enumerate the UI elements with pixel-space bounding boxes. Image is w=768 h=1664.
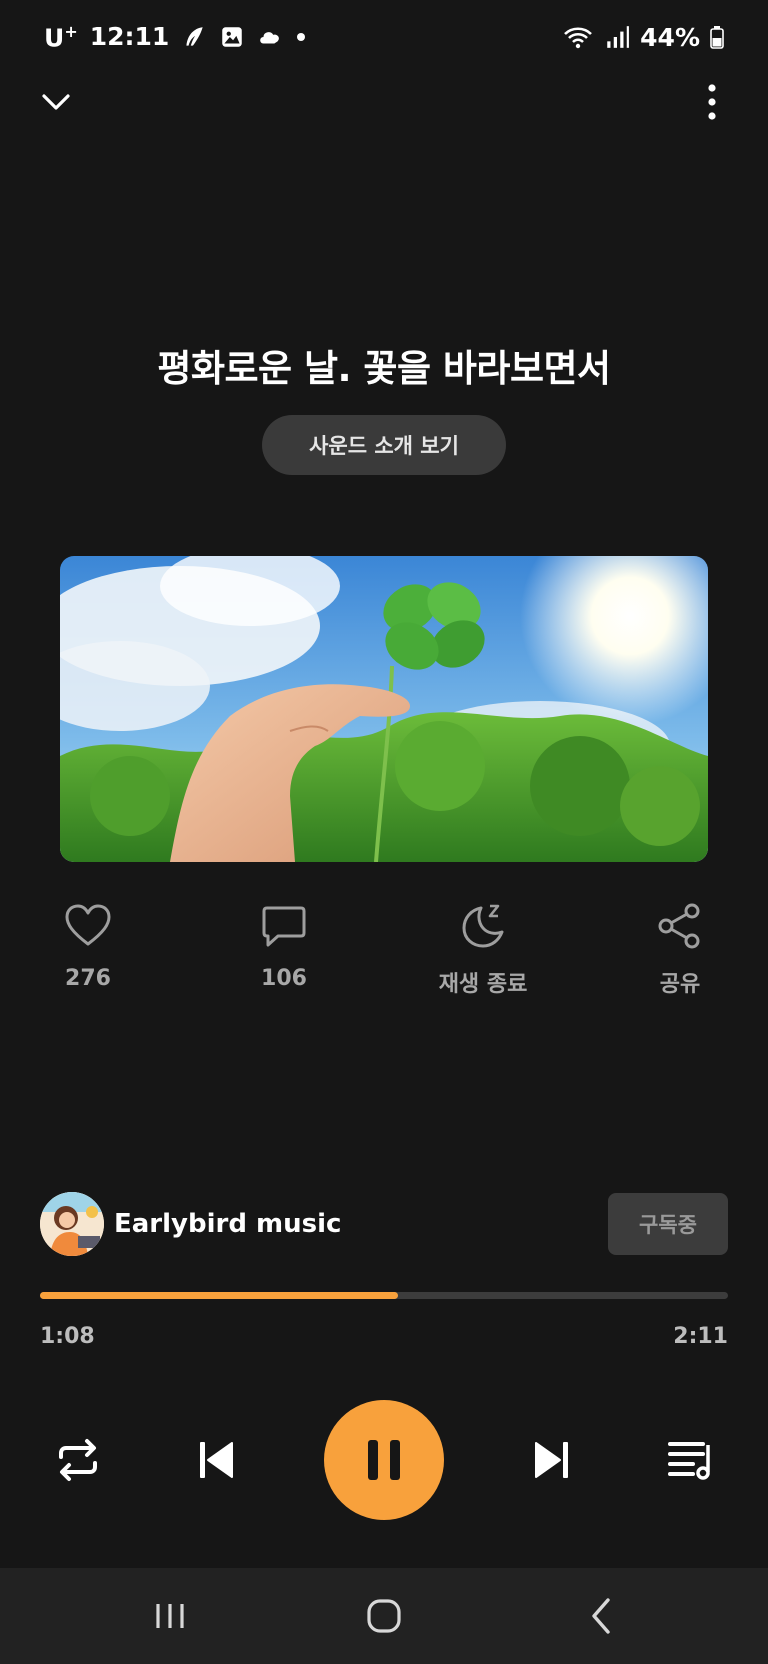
playlist-button[interactable] xyxy=(660,1430,720,1490)
sleep-timer-button[interactable]: 재생 종료 xyxy=(413,900,553,998)
subscribe-button[interactable]: 구독중 xyxy=(608,1193,728,1255)
action-row: 276 106 재생 종료 공유 xyxy=(0,900,768,1010)
repeat-icon xyxy=(59,1439,97,1481)
status-bar: U+ 12:11 44% xyxy=(0,0,768,74)
home-button[interactable] xyxy=(354,1592,414,1640)
recent-apps-button[interactable] xyxy=(140,1592,200,1640)
cover-image xyxy=(60,556,708,862)
wifi-icon xyxy=(564,27,593,49)
carrier-label: U+ xyxy=(44,21,78,53)
avatar-illustration xyxy=(40,1192,104,1256)
like-button[interactable]: 276 xyxy=(18,900,158,991)
status-right: 44% xyxy=(562,23,724,52)
heart-icon xyxy=(65,904,111,946)
signal-icon xyxy=(607,26,630,48)
like-count: 276 xyxy=(65,966,111,991)
track-title: 평화로운 날. 꽃을 바라보면서 xyxy=(157,347,611,390)
total-time: 2:11 xyxy=(673,1324,728,1349)
channel-info[interactable]: Earlybird music xyxy=(40,1192,341,1256)
image-icon xyxy=(222,27,243,47)
progress-bar[interactable] xyxy=(40,1292,728,1299)
avatar[interactable] xyxy=(40,1192,104,1256)
pause-button[interactable] xyxy=(324,1400,444,1520)
back-icon xyxy=(592,1598,610,1634)
comment-button[interactable]: 106 xyxy=(214,900,354,991)
clock: 12:11 xyxy=(89,22,170,52)
comment-icon xyxy=(262,906,306,947)
recent-apps-icon xyxy=(156,1604,184,1628)
feather-icon xyxy=(186,27,203,46)
playlist-icon xyxy=(668,1442,710,1480)
cloud-icon xyxy=(260,32,280,44)
channel-name[interactable]: Earlybird music xyxy=(114,1209,341,1239)
previous-icon xyxy=(200,1442,233,1478)
dot-icon xyxy=(297,32,306,41)
back-button[interactable] xyxy=(572,1592,632,1640)
previous-button[interactable] xyxy=(186,1430,246,1490)
progress-fill xyxy=(40,1292,398,1299)
collapse-chevron-icon[interactable] xyxy=(36,82,76,122)
sound-intro-button[interactable]: 사운드 소개 보기 xyxy=(262,415,506,475)
system-nav-bar xyxy=(0,1568,768,1664)
sleep-timer-label: 재생 종료 xyxy=(438,972,528,997)
repeat-button[interactable] xyxy=(48,1430,108,1490)
next-button[interactable] xyxy=(522,1430,582,1490)
more-options-icon[interactable] xyxy=(692,80,732,124)
pause-icon xyxy=(368,1440,400,1480)
home-icon xyxy=(367,1599,401,1633)
next-icon xyxy=(535,1442,568,1478)
battery-percent: 44% xyxy=(640,22,700,52)
current-time: 1:08 xyxy=(40,1324,95,1349)
sleep-timer-icon xyxy=(462,904,504,948)
share-label: 공유 xyxy=(659,972,701,997)
four-leaf-clover-photo xyxy=(60,556,708,862)
battery-icon xyxy=(710,26,724,49)
comment-count: 106 xyxy=(261,966,307,991)
status-left: U+ 12:11 xyxy=(44,22,307,52)
share-button[interactable]: 공유 xyxy=(610,900,750,998)
share-icon xyxy=(658,903,700,949)
